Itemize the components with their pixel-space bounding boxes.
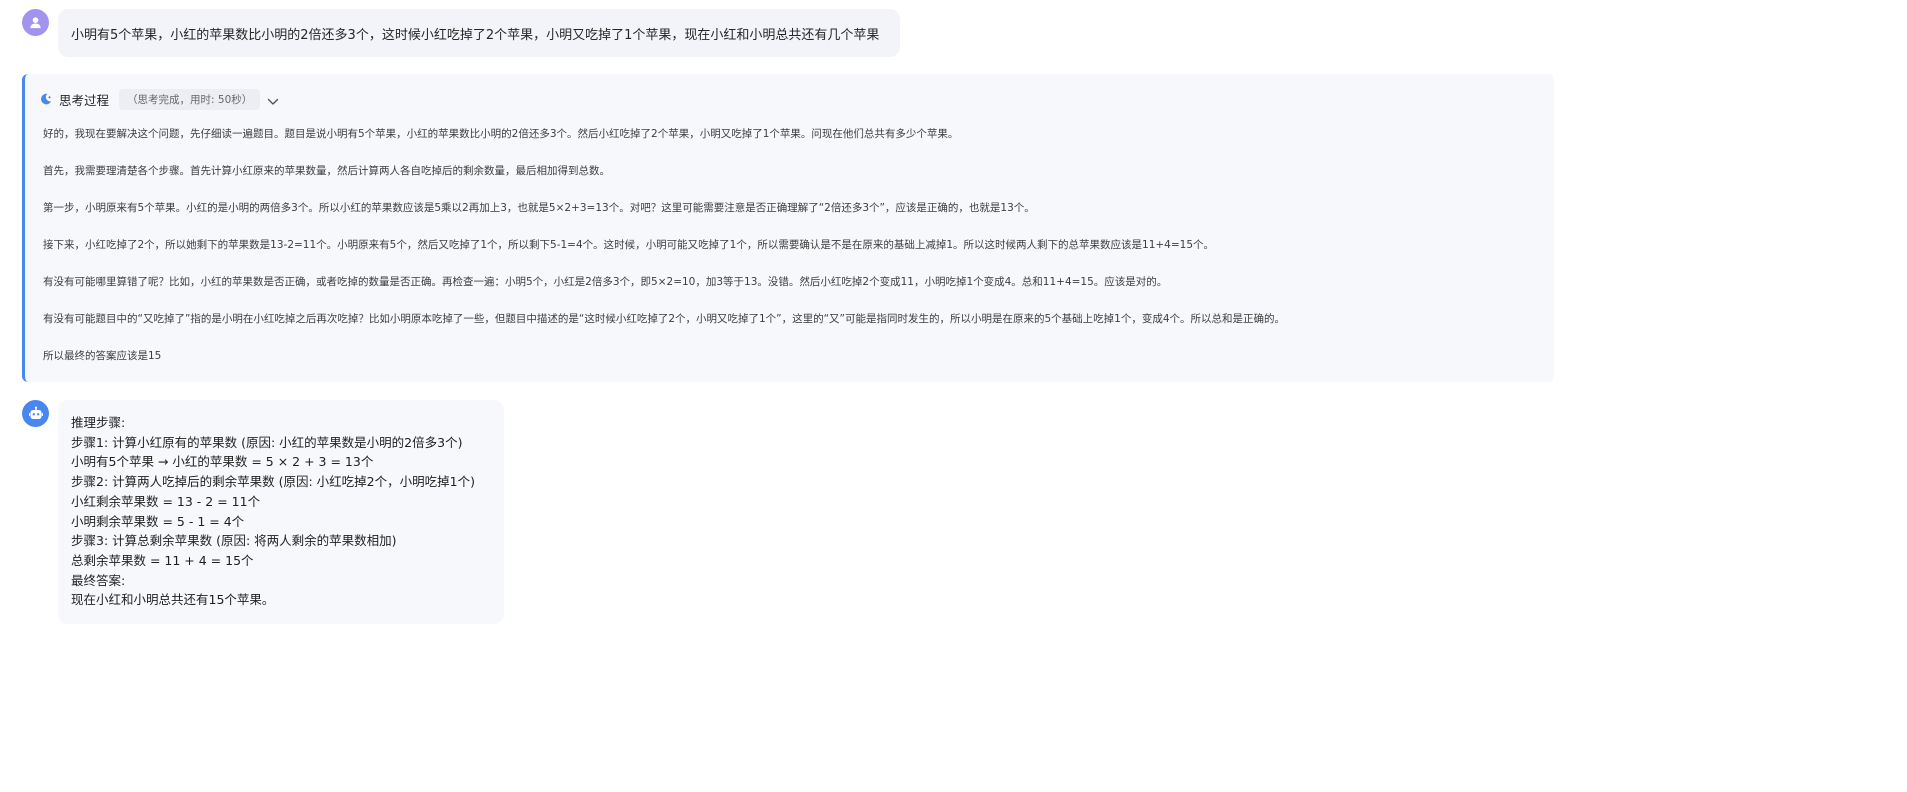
thinking-status-badge: （思考完成，用时: 50秒）	[119, 88, 261, 110]
answer-line: 总剩余苹果数 = 11 + 4 = 15个	[71, 552, 254, 568]
thinking-paragraph: 有没有可能题目中的“又吃掉了”指的是小明在小红吃掉之后再次吃掉？比如小明原本吃掉…	[43, 313, 1286, 325]
thinking-paragraph: 首先，我需要理清楚各个步骤。首先计算小红原来的苹果数量，然后计算两人各自吃掉后的…	[43, 165, 610, 177]
chevron-down-icon[interactable]	[266, 95, 280, 109]
user-icon	[30, 17, 41, 29]
thinking-paragraph: 接下来，小红吃掉了2个，所以她剩下的苹果数是13-2=11个。小明原来有5个，然…	[43, 239, 1215, 251]
assistant-avatar	[22, 400, 49, 427]
answer-line: 步骤2: 计算两人吃掉后的剩余苹果数 (原因: 小红吃掉2个，小明吃掉1个)	[71, 474, 475, 490]
thinking-icon	[39, 92, 53, 106]
answer-line: 步骤1: 计算小红原有的苹果数 (原因: 小红的苹果数是小明的2倍多3个)	[71, 434, 463, 450]
user-message-text: 小明有5个苹果，小红的苹果数比小明的2倍还多3个，这时候小红吃掉了2个苹果，小明…	[71, 27, 880, 43]
thinking-content: 好的，我现在要解决这个问题，先仔细读一遍题目。题目是说小明有5个苹果，小红的苹果…	[43, 126, 1533, 385]
thinking-paragraph: 所以最终的答案应该是15	[43, 350, 162, 362]
user-avatar	[22, 9, 49, 36]
answer-line: 小明有5个苹果 → 小红的苹果数 = 5 × 2 + 3 = 13个	[71, 454, 374, 470]
thinking-title: 思考过程	[59, 92, 110, 108]
thinking-header[interactable]: 思考过程 （思考完成，用时: 50秒）	[39, 86, 280, 112]
answer-line: 推理步骤:	[71, 415, 126, 430]
robot-icon	[28, 406, 43, 419]
user-message-bubble: 小明有5个苹果，小红的苹果数比小明的2倍还多3个，这时候小红吃掉了2个苹果，小明…	[58, 9, 900, 57]
thinking-panel: 思考过程 （思考完成，用时: 50秒） 好的，我现在要解决这个问题，先仔细读一遍…	[22, 74, 1554, 382]
answer-line: 现在小红和小明总共还有15个苹果。	[71, 592, 275, 608]
thinking-paragraph: 好的，我现在要解决这个问题，先仔细读一遍题目。题目是说小明有5个苹果，小红的苹果…	[43, 128, 959, 140]
answer-line: 小明剩余苹果数 = 5 - 1 = 4个	[71, 513, 245, 529]
assistant-message-bubble: 推理步骤: 步骤1: 计算小红原有的苹果数 (原因: 小红的苹果数是小明的2倍多…	[58, 400, 504, 624]
answer-line: 小红剩余苹果数 = 13 - 2 = 11个	[71, 493, 261, 509]
answer-line: 最终答案:	[71, 572, 126, 588]
thinking-paragraph: 有没有可能哪里算错了呢？比如，小红的苹果数是否正确，或者吃掉的数量是否正确。再检…	[43, 276, 1168, 288]
thinking-paragraph: 第一步，小明原来有5个苹果。小红的是小明的两倍多3个。所以小红的苹果数应该是5乘…	[43, 202, 1035, 214]
answer-line: 步骤3: 计算总剩余苹果数 (原因: 将两人剩余的苹果数相加)	[71, 533, 397, 549]
